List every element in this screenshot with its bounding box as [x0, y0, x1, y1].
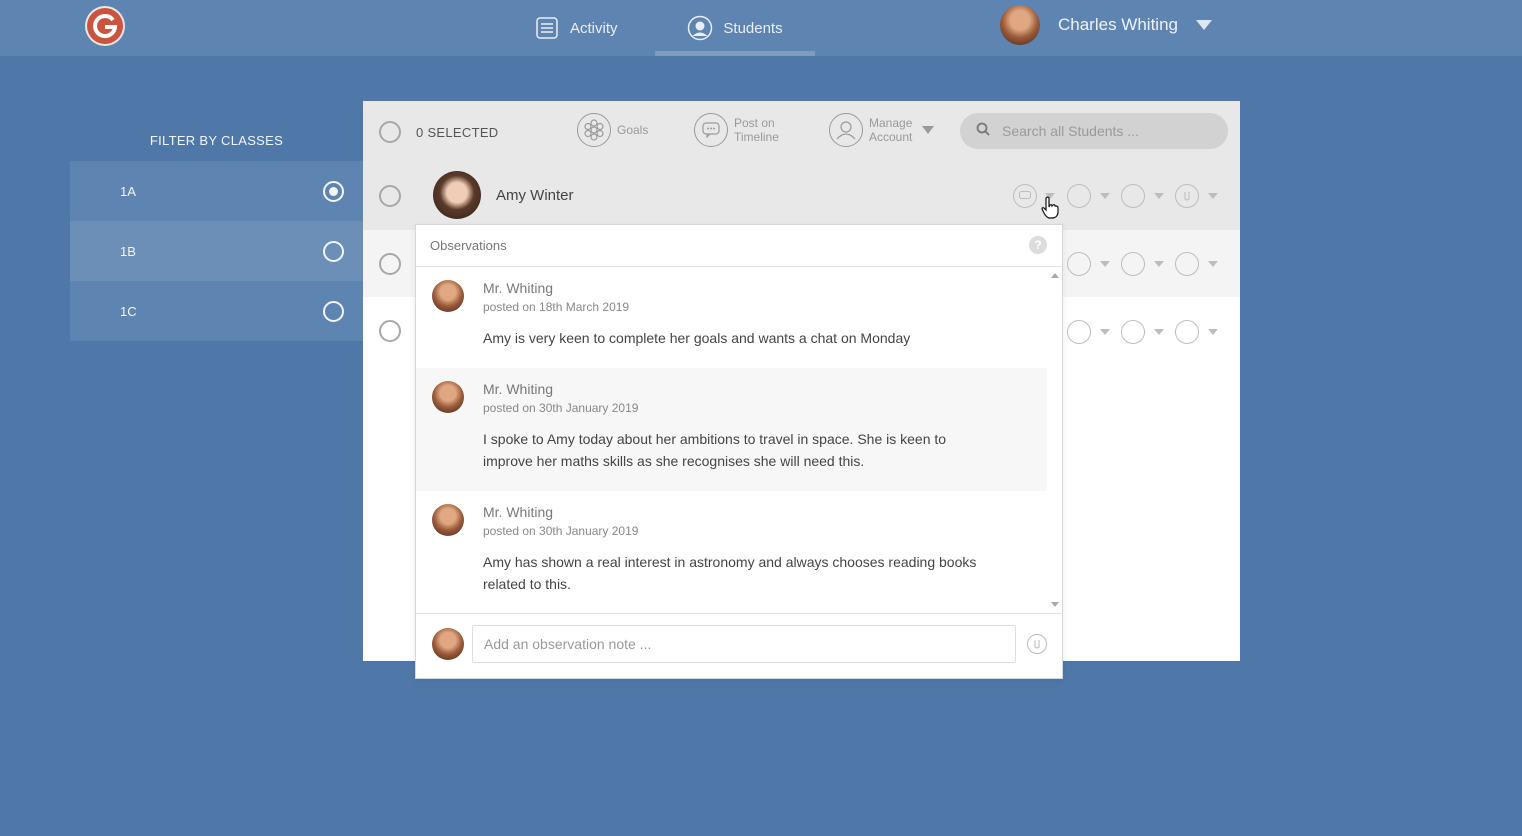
scroll-down-icon[interactable]: [1051, 602, 1059, 607]
filter-title: FILTER BY CLASSES: [149, 133, 284, 148]
manage-label: Manage Account: [869, 116, 912, 144]
chevron-down-icon[interactable]: [1208, 261, 1218, 267]
chevron-down-icon[interactable]: [1154, 261, 1164, 267]
scroll-up-icon[interactable]: [1051, 273, 1059, 278]
user-name: Charles Whiting: [1058, 15, 1178, 34]
goal-hand-icon[interactable]: [1067, 184, 1091, 208]
manage-account-button[interactable]: Manage Account: [829, 112, 935, 148]
post-label-line1: Post on: [734, 116, 775, 130]
observation-text: I spoke to Amy today about her ambitions…: [483, 431, 947, 469]
goals-icon: [577, 113, 611, 147]
account-icon[interactable]: [1121, 320, 1145, 344]
scrollbar[interactable]: [1047, 267, 1063, 613]
manage-label-line1: Manage: [869, 116, 913, 130]
nav-students[interactable]: Students: [655, 0, 815, 56]
attachment-icon[interactable]: [1175, 184, 1199, 208]
class-filter-list: 1A 1B 1C: [70, 161, 363, 341]
chevron-down-icon[interactable]: [1100, 329, 1110, 335]
student-avatar: [433, 171, 481, 219]
g-logo-icon: [93, 14, 118, 39]
comment-icon: [694, 113, 728, 147]
search-input[interactable]: [1000, 122, 1214, 140]
active-tab-indicator: [655, 51, 815, 56]
current-user-avatar: [432, 628, 464, 660]
attachment-icon[interactable]: [1175, 252, 1199, 276]
user-menu[interactable]: Charles Whiting: [1000, 5, 1212, 45]
observation-author: Mr. Whiting: [483, 504, 554, 520]
class-label: 1C: [120, 303, 137, 319]
observation-text: Amy is very keen to complete her goals a…: [483, 330, 911, 346]
class-radio-1c[interactable]: [323, 300, 344, 322]
user-avatar: [1000, 5, 1040, 45]
class-item-1a[interactable]: 1A: [70, 161, 363, 221]
author-avatar: [432, 280, 464, 312]
hand-cursor-icon: [1040, 196, 1060, 225]
help-icon[interactable]: ?: [1029, 236, 1047, 254]
post-timeline-button[interactable]: Post on Timeline: [694, 112, 779, 148]
popup-header: Observations ?: [416, 225, 1062, 267]
selected-count: 0 SELECTED: [416, 125, 499, 140]
select-all-checkbox[interactable]: [379, 121, 401, 143]
goal-hand-icon[interactable]: [1067, 320, 1091, 344]
chevron-down-icon: [1196, 20, 1212, 30]
class-item-1c[interactable]: 1C: [70, 281, 363, 341]
popup-title: Observations: [430, 238, 507, 253]
student-name: Amy Winter: [496, 187, 574, 204]
observations-popup: Observations ? Mr. Whiting posted on 18t…: [415, 224, 1063, 679]
goals-button[interactable]: Goals: [577, 112, 648, 148]
observation-note-input[interactable]: [472, 625, 1016, 663]
observation-date: posted on 18th March 2019: [483, 300, 630, 314]
observation-item: Mr. Whiting posted on 30th January 2019 …: [416, 491, 1047, 613]
chevron-down-icon[interactable]: [1208, 193, 1218, 199]
observation-text: Amy has shown a real interest in astrono…: [483, 554, 977, 592]
class-radio-1a[interactable]: [323, 180, 344, 202]
attachment-icon[interactable]: [1027, 634, 1047, 654]
account-icon[interactable]: [1121, 252, 1145, 276]
account-icon: [829, 113, 863, 147]
attachment-icon[interactable]: [1175, 320, 1199, 344]
nav-activity[interactable]: Activity: [534, 0, 618, 56]
popup-footer: [416, 613, 1062, 679]
observation-date: posted on 30th January 2019: [483, 401, 639, 415]
students-toolbar: 0 SELECTED Goals Post on Timeline Manage…: [363, 101, 1240, 163]
class-label: 1A: [120, 183, 136, 199]
student-select-checkbox[interactable]: [379, 185, 401, 207]
nav-students-label: Students: [723, 19, 783, 37]
goal-hand-icon[interactable]: [1067, 252, 1091, 276]
author-avatar: [432, 381, 464, 413]
search-box[interactable]: [960, 113, 1228, 149]
search-icon: [976, 122, 990, 141]
list-icon: [534, 15, 560, 41]
observation-item: Mr. Whiting posted on 30th January 2019 …: [416, 368, 1047, 491]
post-label-line2: Timeline: [734, 130, 779, 144]
nav-activity-label: Activity: [570, 19, 618, 37]
observation-list[interactable]: Mr. Whiting posted on 18th March 2019 Am…: [416, 267, 1047, 613]
observation-date: posted on 30th January 2019: [483, 524, 639, 538]
author-avatar: [432, 504, 464, 536]
observation-author: Mr. Whiting: [483, 280, 554, 296]
post-label: Post on Timeline: [734, 116, 779, 144]
comment-icon[interactable]: [1013, 184, 1037, 208]
chevron-down-icon[interactable]: [1154, 193, 1164, 199]
user-circle-icon: [687, 15, 713, 41]
account-icon[interactable]: [1121, 184, 1145, 208]
goals-label: Goals: [617, 123, 649, 137]
app-logo[interactable]: [85, 6, 125, 46]
observation-author: Mr. Whiting: [483, 381, 554, 397]
student-row[interactable]: Amy Winter: [363, 163, 1240, 230]
chevron-down-icon[interactable]: [1100, 261, 1110, 267]
class-label: 1B: [120, 243, 136, 259]
chevron-down-icon: [922, 126, 935, 134]
chevron-down-icon[interactable]: [1208, 329, 1218, 335]
top-navigation-bar: Activity Students Charles Whiting: [0, 0, 1522, 56]
class-item-1b[interactable]: 1B: [70, 221, 363, 281]
student-select-checkbox[interactable]: [379, 320, 401, 342]
manage-label-line2: Account: [869, 130, 913, 144]
student-select-checkbox[interactable]: [379, 253, 401, 275]
chevron-down-icon[interactable]: [1100, 193, 1110, 199]
class-radio-1b[interactable]: [323, 240, 344, 262]
observation-item: Mr. Whiting posted on 18th March 2019 Am…: [416, 267, 1047, 368]
chevron-down-icon[interactable]: [1154, 329, 1164, 335]
